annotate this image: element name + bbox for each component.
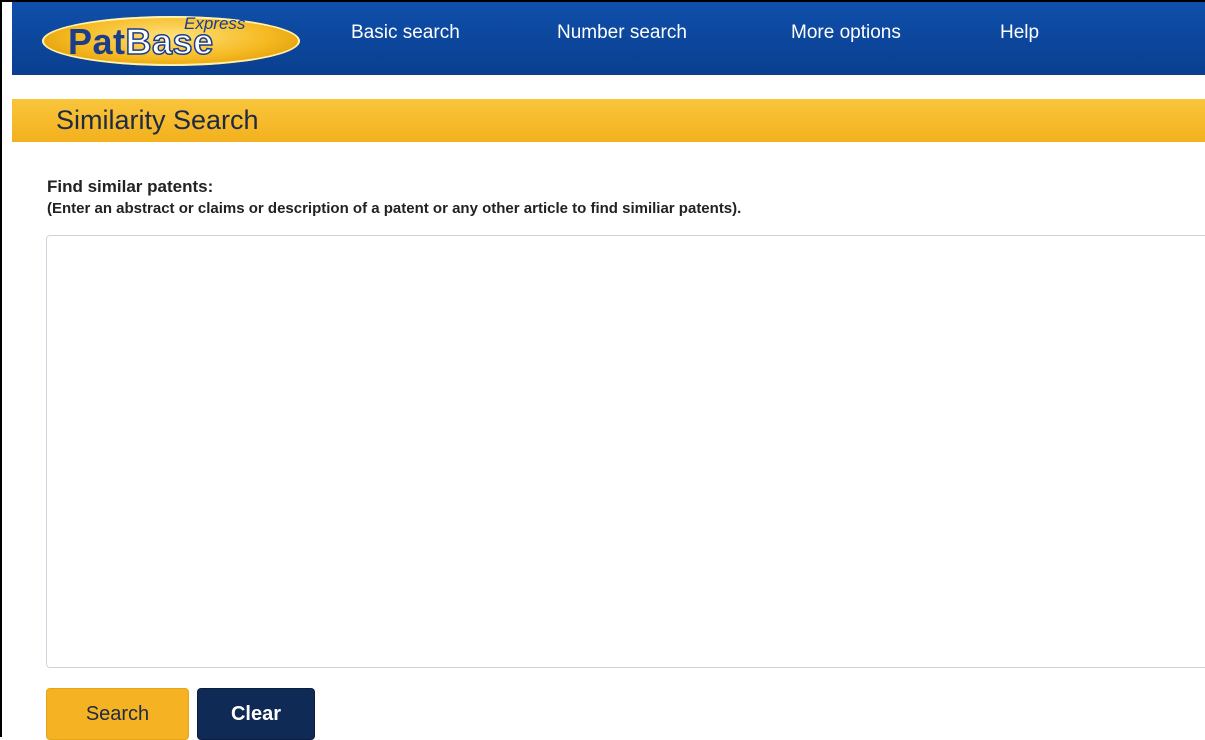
page-frame: PatBase Express Basic search Number sear… <box>0 0 1205 740</box>
logo-pat: Pat <box>68 21 126 62</box>
find-similar-hint: (Enter an abstract or claims or descript… <box>47 200 742 217</box>
nav-help[interactable]: Help <box>1000 22 1039 44</box>
patbase-logo[interactable]: PatBase Express <box>42 14 300 66</box>
search-button[interactable]: Search <box>46 688 189 740</box>
nav-more-options[interactable]: More options <box>791 22 901 44</box>
top-navigation-bar: PatBase Express Basic search Number sear… <box>12 2 1205 75</box>
section-header: Similarity Search <box>12 99 1205 142</box>
clear-button[interactable]: Clear <box>197 688 315 740</box>
find-similar-label: Find similar patents: <box>47 177 214 196</box>
nav-basic-search[interactable]: Basic search <box>351 22 460 44</box>
nav-number-search[interactable]: Number search <box>557 22 687 44</box>
page-title: Similarity Search <box>56 105 259 135</box>
similarity-text-input[interactable] <box>46 235 1205 668</box>
logo-express-tagline: Express <box>184 14 246 33</box>
